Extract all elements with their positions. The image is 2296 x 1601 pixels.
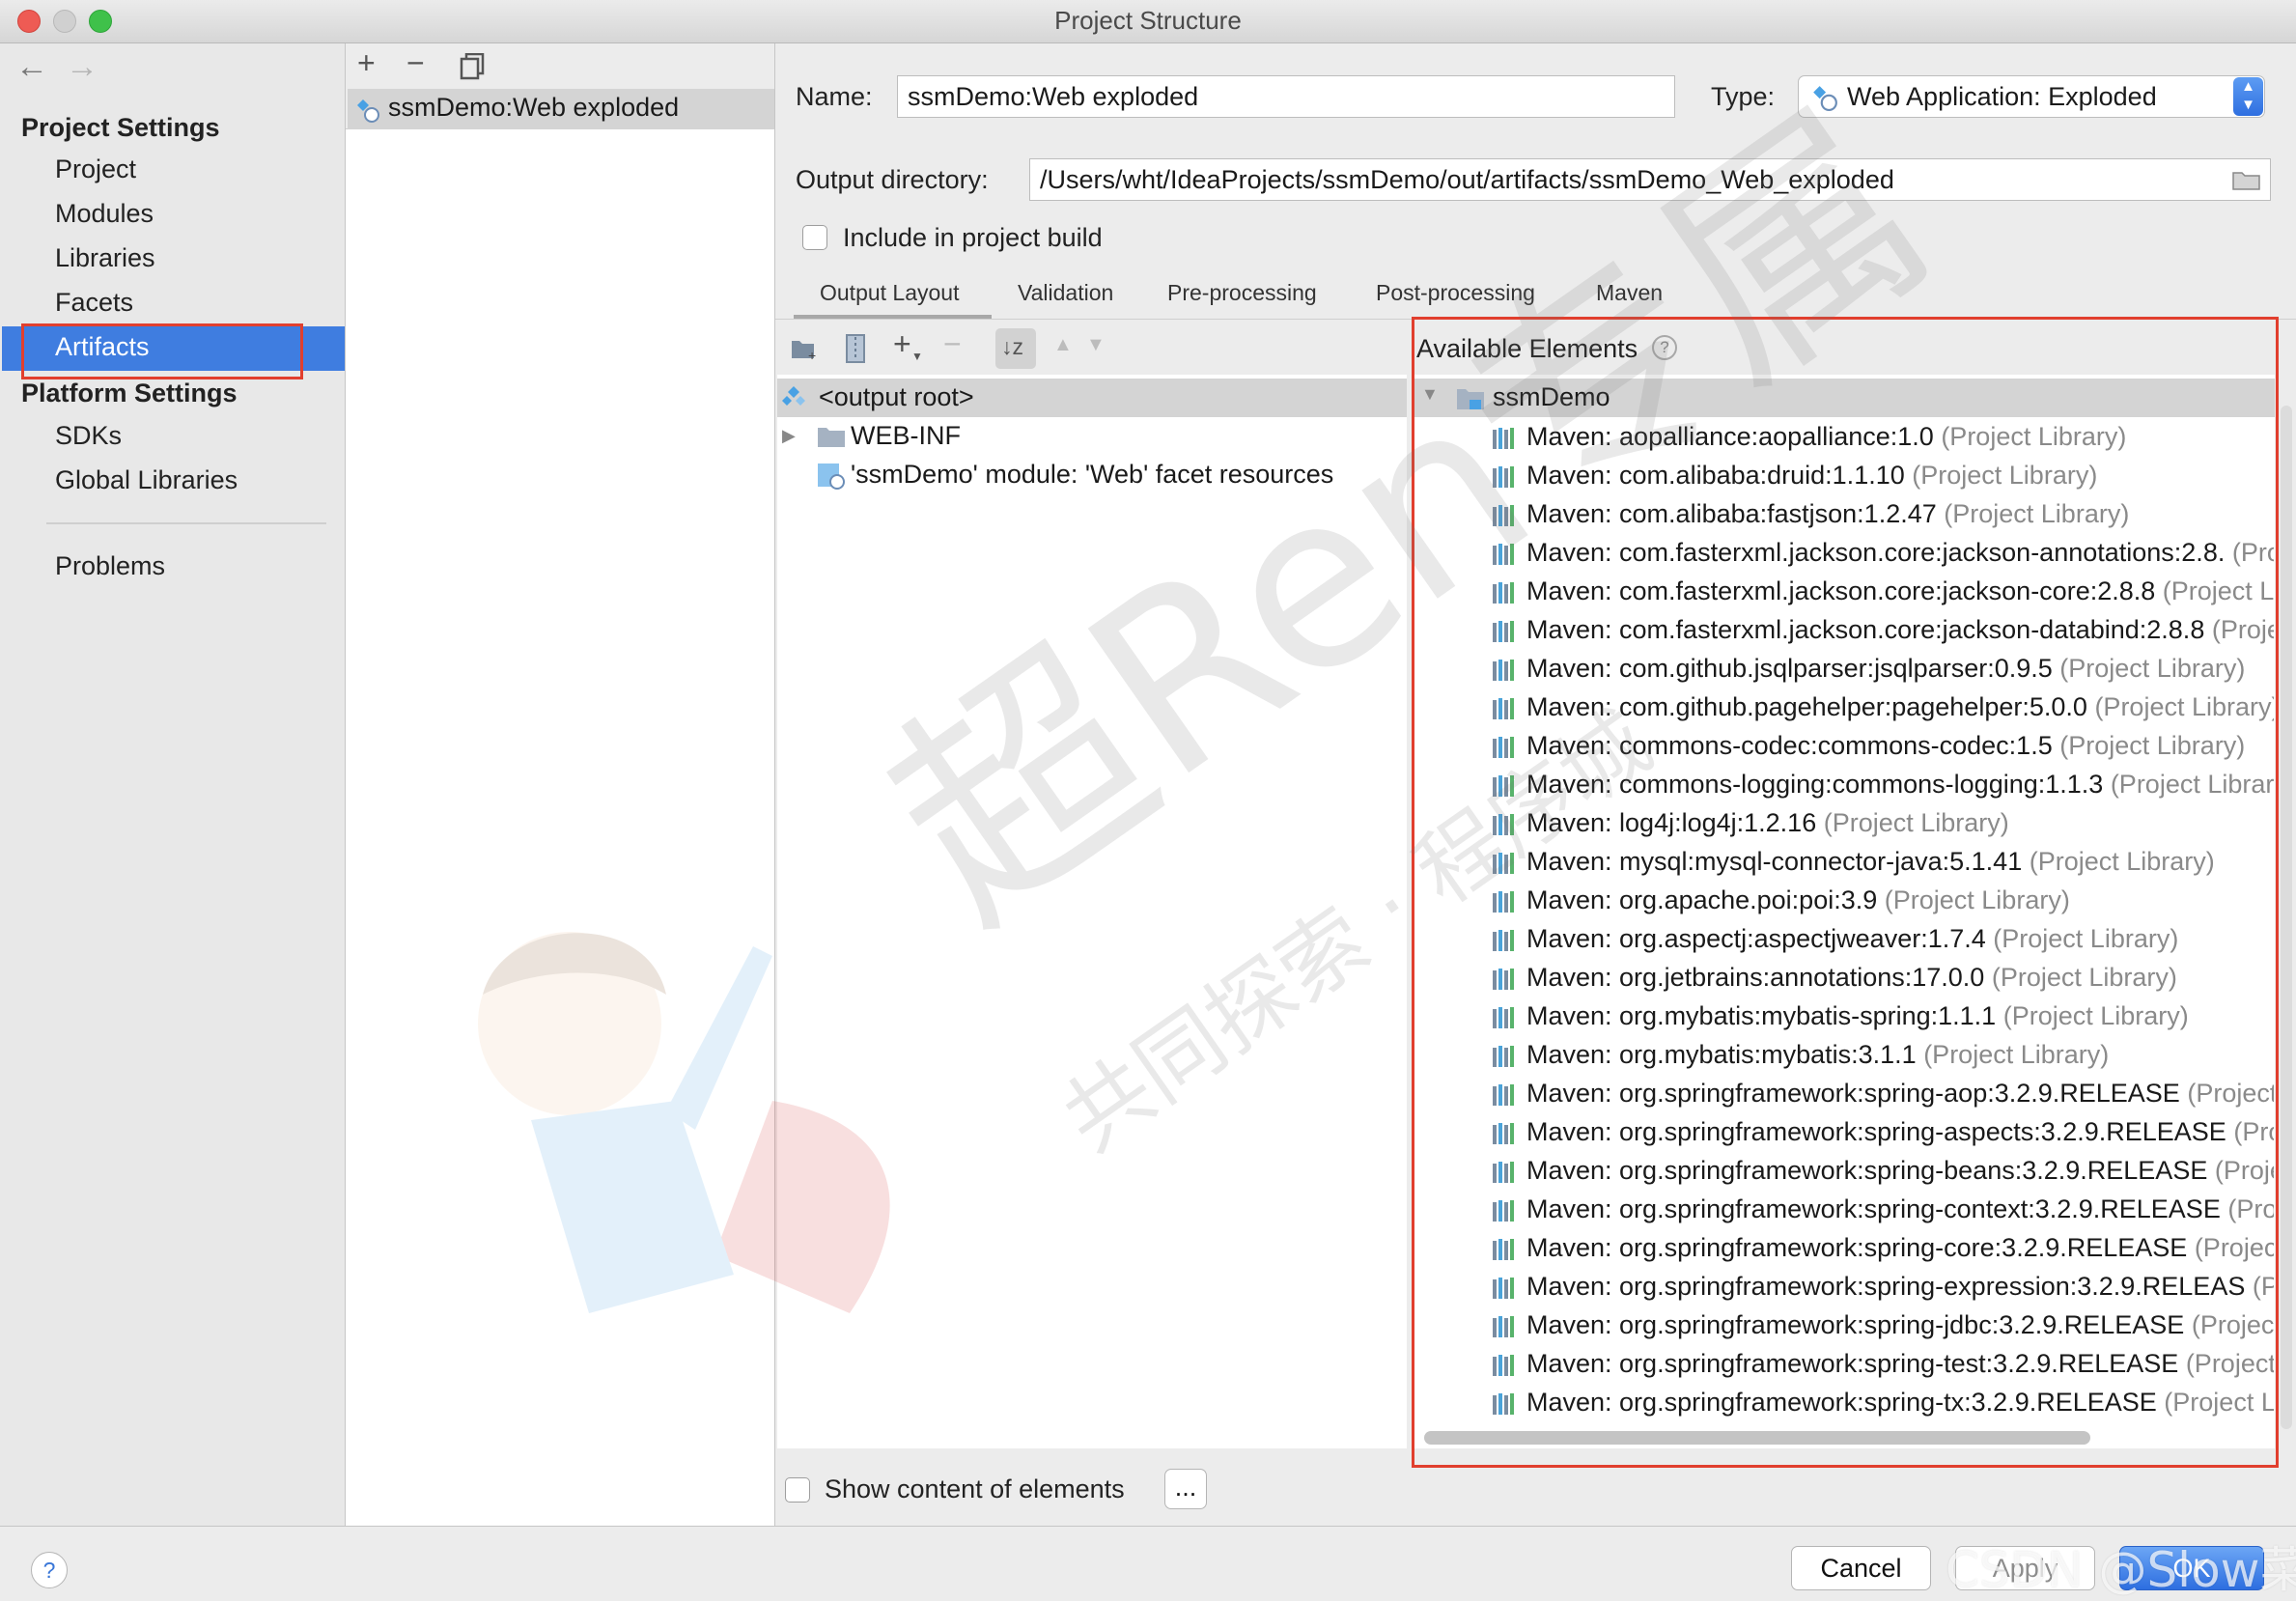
sidebar-item-modules[interactable]: Modules <box>55 199 154 229</box>
web-inf-node[interactable]: WEB-INF <box>851 421 961 451</box>
available-elements-highlight-box <box>1412 317 2279 1468</box>
output-directory-label: Output directory: <box>796 165 989 194</box>
apply-button[interactable]: Apply <box>1955 1546 2095 1590</box>
name-field[interactable]: ssmDemo:Web exploded <box>897 75 1675 118</box>
type-label: Type: <box>1711 82 1776 111</box>
title-bar: Project Structure <box>0 0 2296 43</box>
sidebar-item-global-libraries[interactable]: Global Libraries <box>55 465 238 495</box>
tab-validation[interactable]: Validation <box>1018 280 1113 306</box>
tab-post-processing[interactable]: Post-processing <box>1376 280 1535 306</box>
show-content-checkbox[interactable] <box>785 1477 810 1503</box>
copy-icon[interactable] <box>460 53 485 80</box>
output-root-icon <box>782 386 805 406</box>
artifact-name: ssmDemo:Web exploded <box>388 93 680 122</box>
sidebar-item-project[interactable]: Project <box>55 154 136 184</box>
create-directory-icon[interactable]: + <box>791 338 820 361</box>
add-element-icon[interactable]: + <box>893 326 911 362</box>
output-layout-tree <box>777 375 1407 1448</box>
web-artifact-icon <box>357 99 379 123</box>
project-settings-header: Project Settings <box>21 113 220 142</box>
sidebar-item-facets[interactable]: Facets <box>55 288 133 318</box>
move-down-icon[interactable]: ▼ <box>1086 334 1106 356</box>
output-directory-field[interactable]: /Users/wht/IdeaProjects/ssmDemo/out/arti… <box>1029 158 2271 201</box>
help-button[interactable]: ? <box>31 1552 68 1588</box>
sort-alphabetical-icon: ↓z <box>1001 334 1023 359</box>
include-in-build-label: Include in project build <box>843 223 1103 252</box>
sidebar-item-sdks[interactable]: SDKs <box>55 421 122 451</box>
forward-arrow-icon[interactable]: → <box>66 48 98 86</box>
remove-element-icon[interactable]: − <box>943 326 962 362</box>
expand-chevron-icon[interactable]: ▶ <box>782 426 796 446</box>
sidebar-item-problems[interactable]: Problems <box>55 551 165 581</box>
artifacts-list-pane <box>346 43 775 1526</box>
add-icon[interactable]: + <box>357 45 376 81</box>
tab-pre-processing[interactable]: Pre-processing <box>1167 280 1317 306</box>
output-root-node[interactable]: <output root> <box>819 382 974 412</box>
sidebar-divider <box>46 522 326 524</box>
show-content-label: Show content of elements <box>825 1475 1125 1503</box>
more-options-button[interactable]: ... <box>1164 1469 1207 1509</box>
type-select-value: Web Application: Exploded <box>1847 82 2157 111</box>
sort-elements-button[interactable]: ↓z <box>995 328 1036 369</box>
svg-text:+: + <box>808 348 816 361</box>
cancel-button[interactable]: Cancel <box>1791 1546 1931 1590</box>
sidebar-item-libraries[interactable]: Libraries <box>55 243 155 273</box>
tab-maven[interactable]: Maven <box>1596 280 1663 306</box>
name-label: Name: <box>796 82 873 111</box>
back-arrow-icon[interactable]: ← <box>15 48 48 86</box>
create-archive-icon[interactable] <box>845 334 866 363</box>
browse-folder-icon[interactable] <box>2232 169 2261 190</box>
web-application-icon <box>1813 86 1837 111</box>
vertical-scrollbar[interactable] <box>2281 406 2292 1429</box>
active-tab-indicator <box>794 315 992 319</box>
folder-icon <box>818 428 845 447</box>
include-in-build-checkbox[interactable] <box>802 225 827 250</box>
platform-settings-header: Platform Settings <box>21 379 238 407</box>
type-select-chevron-icon[interactable]: ▲ ▼ <box>2233 77 2263 116</box>
dialog-button-bar <box>0 1526 2296 1598</box>
remove-icon[interactable]: − <box>406 45 425 81</box>
move-up-icon[interactable]: ▲ <box>1053 334 1073 356</box>
add-dropdown-chevron-icon[interactable]: ▼ <box>911 350 923 363</box>
type-select[interactable]: Web Application: Exploded <box>1798 75 2265 118</box>
settings-sidebar <box>0 43 346 1526</box>
ok-button[interactable]: OK <box>2119 1546 2264 1590</box>
tab-output-layout[interactable]: Output Layout <box>820 280 960 306</box>
facet-resources-icon <box>818 463 845 490</box>
artifact-list-item[interactable]: ssmDemo:Web exploded <box>348 89 774 129</box>
artifacts-highlight-box <box>21 323 303 379</box>
facet-resources-node[interactable]: 'ssmDemo' module: 'Web' facet resources <box>851 460 1333 490</box>
window-title: Project Structure <box>1054 6 1242 35</box>
